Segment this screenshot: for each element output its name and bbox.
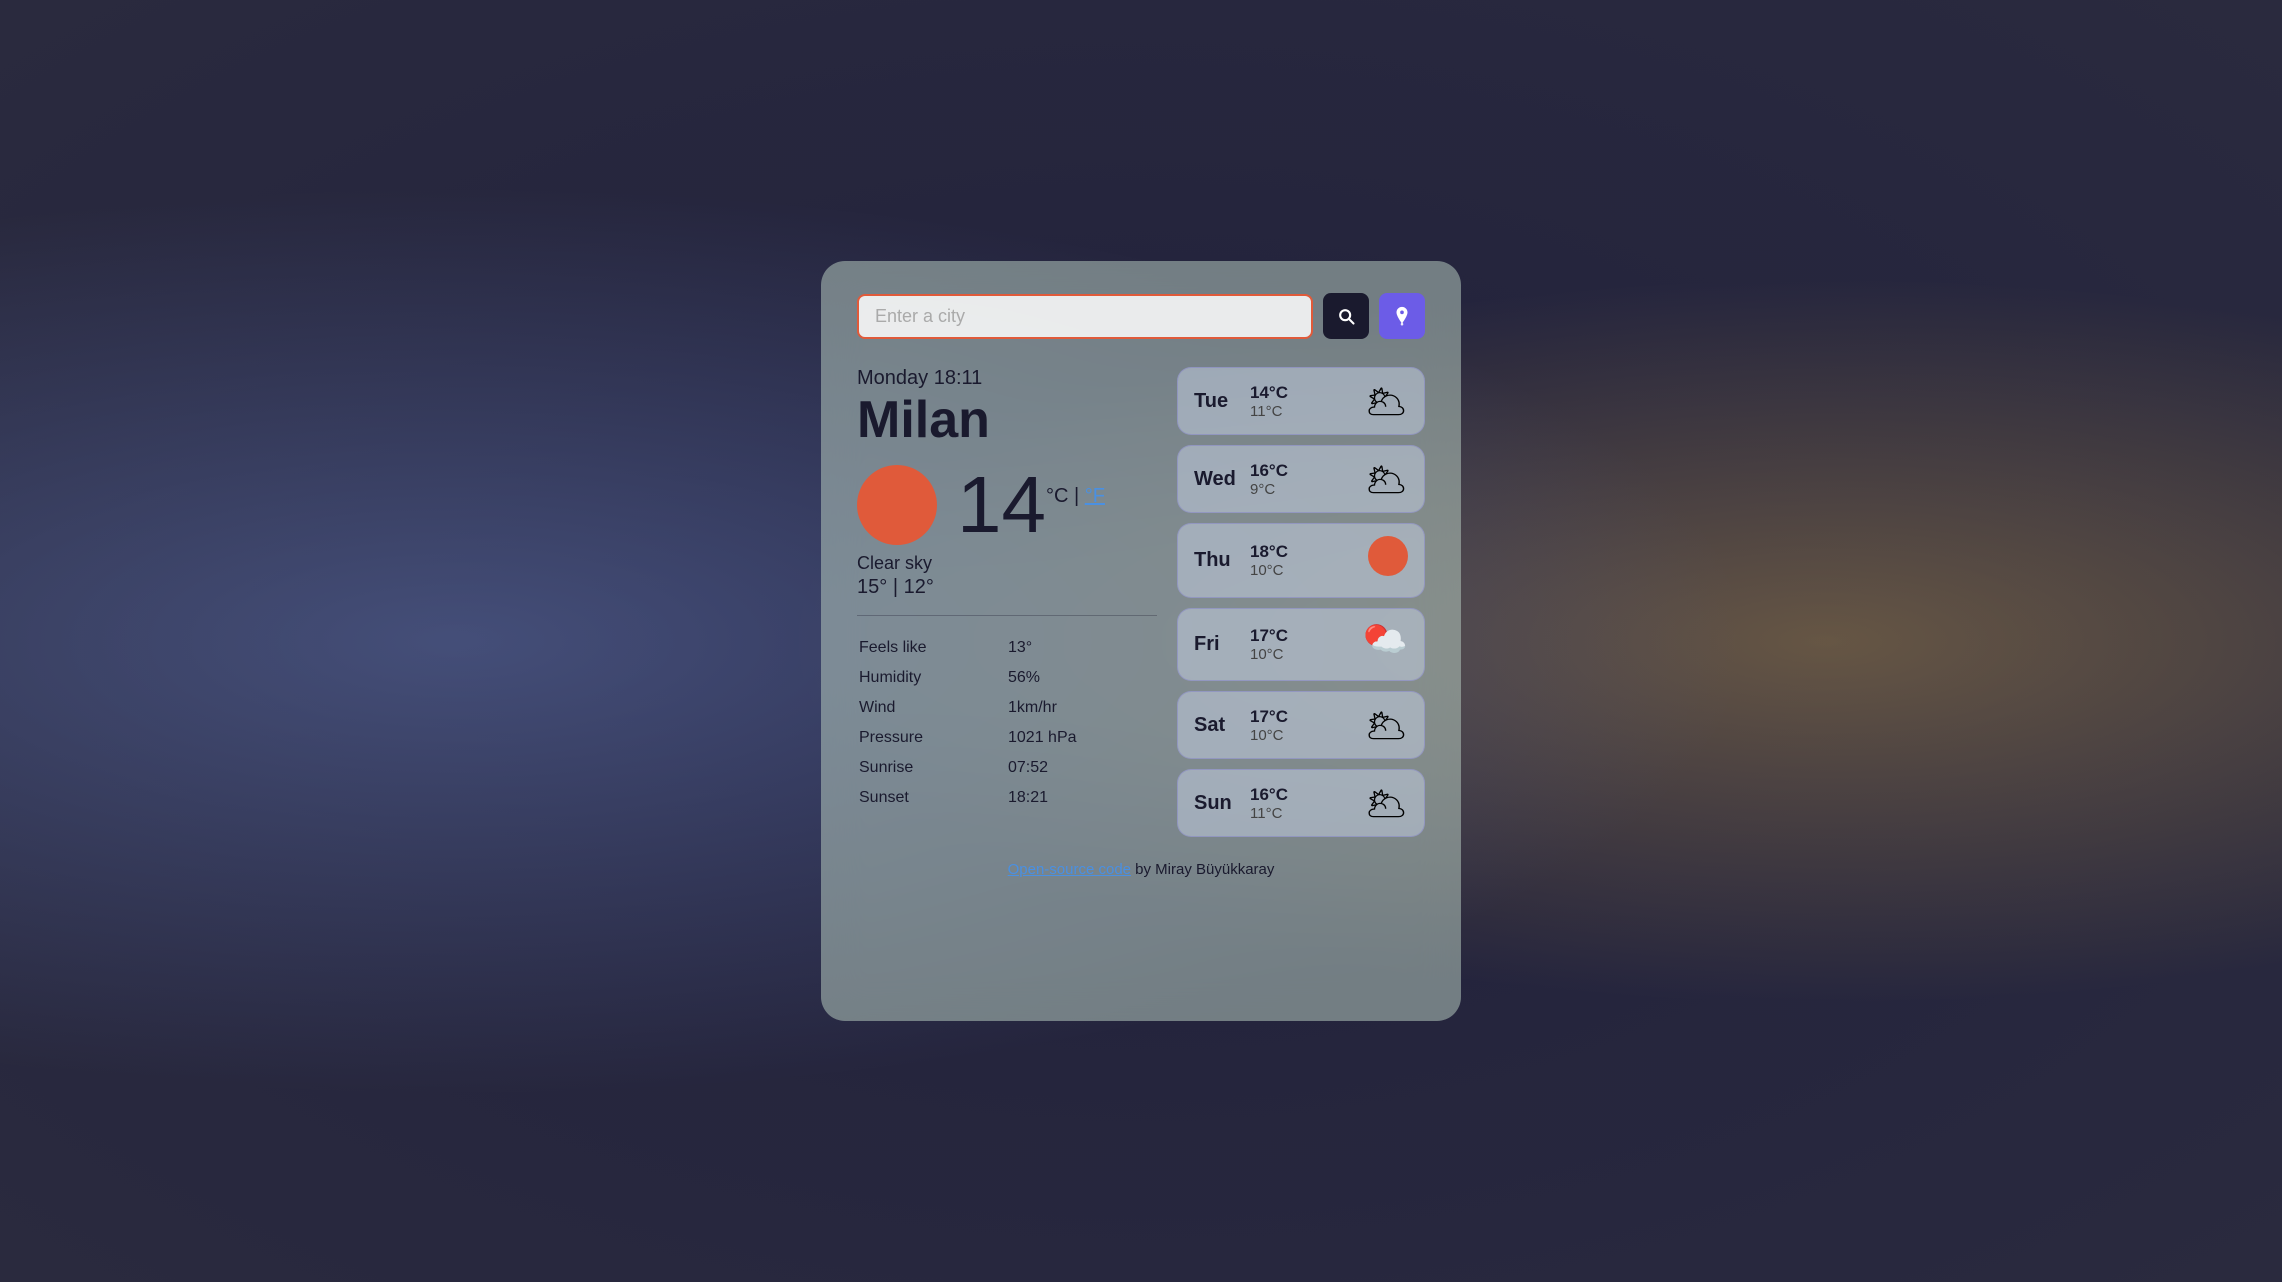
forecast-high: 17°C bbox=[1250, 626, 1362, 646]
weather-card: Monday 18:11 Milan 14 °C | °F Clear sky … bbox=[821, 261, 1461, 1021]
forecast-card: Sat 17°C 10°C 🌥 bbox=[1177, 691, 1425, 759]
search-icon bbox=[1336, 306, 1356, 326]
forecast-low: 9°C bbox=[1250, 481, 1365, 498]
forecast-temps: 16°C 9°C bbox=[1242, 461, 1365, 498]
forecast-icon: 🌥 bbox=[1365, 458, 1408, 500]
temperature-number: 14 bbox=[957, 465, 1046, 545]
forecast-card: Tue 14°C 11°C 🌥 bbox=[1177, 367, 1425, 435]
temperature-units: °C | °F bbox=[1046, 485, 1105, 508]
wind-value: 1km/hr bbox=[1008, 694, 1155, 722]
feels-like-label: Feels like bbox=[859, 634, 1006, 662]
forecast-icon: 🌥 bbox=[1365, 704, 1408, 746]
high-low: 15° | 12° bbox=[857, 576, 1157, 599]
wind-label: Wind bbox=[859, 694, 1006, 722]
left-panel: Monday 18:11 Milan 14 °C | °F Clear sky … bbox=[857, 367, 1157, 837]
feels-like-row: Feels like 13° bbox=[859, 634, 1155, 662]
sunset-value: 18:21 bbox=[1008, 784, 1155, 812]
forecast-low: 10°C bbox=[1250, 646, 1362, 663]
forecast-day: Sun bbox=[1194, 792, 1242, 815]
forecast-high: 17°C bbox=[1250, 707, 1365, 727]
location-button[interactable] bbox=[1379, 293, 1425, 339]
celsius-label: °C bbox=[1046, 485, 1068, 507]
sunrise-row: Sunrise 07:52 bbox=[859, 754, 1155, 782]
forecast-icon: 🔴☁️ bbox=[1362, 621, 1408, 668]
sunset-row: Sunset 18:21 bbox=[859, 784, 1155, 812]
pressure-value: 1021 hPa bbox=[1008, 724, 1155, 752]
feels-like-value: 13° bbox=[1008, 634, 1155, 662]
temperature-display: 14 °C | °F bbox=[957, 465, 1105, 545]
current-weather-row: 14 °C | °F bbox=[857, 465, 1157, 545]
forecast-temps: 18°C 10°C bbox=[1242, 542, 1368, 579]
forecast-low: 10°C bbox=[1250, 727, 1365, 744]
details-table: Feels like 13° Humidity 56% Wind 1km/hr … bbox=[857, 632, 1157, 814]
forecast-icon bbox=[1368, 536, 1408, 585]
pressure-row: Pressure 1021 hPa bbox=[859, 724, 1155, 752]
sunrise-label: Sunrise bbox=[859, 754, 1006, 782]
forecast-icon: 🌥 bbox=[1365, 782, 1408, 824]
forecast-low: 10°C bbox=[1250, 562, 1368, 579]
forecast-day: Fri bbox=[1194, 633, 1242, 656]
city-input[interactable] bbox=[857, 294, 1313, 339]
forecast-card: Thu 18°C 10°C bbox=[1177, 523, 1425, 598]
footer: Open-source code by Miray Büyükkaray bbox=[857, 861, 1425, 878]
forecast-icon: 🌥 bbox=[1365, 380, 1408, 422]
low-temp: 12° bbox=[904, 576, 934, 598]
forecast-high: 16°C bbox=[1250, 785, 1365, 805]
separator: | bbox=[893, 576, 904, 598]
condition-text: Clear sky bbox=[857, 553, 1157, 574]
forecast-day: Wed bbox=[1194, 468, 1242, 491]
fahrenheit-link[interactable]: °F bbox=[1085, 485, 1105, 507]
search-row bbox=[857, 293, 1425, 339]
main-content: Monday 18:11 Milan 14 °C | °F Clear sky … bbox=[857, 367, 1425, 837]
forecast-day: Sat bbox=[1194, 714, 1242, 737]
forecast-low: 11°C bbox=[1250, 805, 1365, 822]
forecast-card: Wed 16°C 9°C 🌥 bbox=[1177, 445, 1425, 513]
forecast-panel: Tue 14°C 11°C 🌥 Wed 16°C 9°C 🌥 Thu 18°C … bbox=[1177, 367, 1425, 837]
divider bbox=[857, 615, 1157, 616]
author-text: by Miray Büyükkaray bbox=[1131, 861, 1274, 878]
forecast-low: 11°C bbox=[1250, 403, 1365, 420]
forecast-temps: 14°C 11°C bbox=[1242, 383, 1365, 420]
sun-icon bbox=[857, 465, 937, 545]
sunset-label: Sunset bbox=[859, 784, 1006, 812]
humidity-label: Humidity bbox=[859, 664, 1006, 692]
search-button[interactable] bbox=[1323, 293, 1369, 339]
forecast-high: 14°C bbox=[1250, 383, 1365, 403]
forecast-temps: 17°C 10°C bbox=[1242, 626, 1362, 663]
location-icon bbox=[1391, 305, 1413, 327]
forecast-day: Thu bbox=[1194, 549, 1242, 572]
forecast-temps: 16°C 11°C bbox=[1242, 785, 1365, 822]
date-time: Monday 18:11 bbox=[857, 367, 1157, 390]
humidity-row: Humidity 56% bbox=[859, 664, 1155, 692]
forecast-high: 16°C bbox=[1250, 461, 1365, 481]
open-source-link[interactable]: Open-source code bbox=[1008, 861, 1131, 878]
pressure-label: Pressure bbox=[859, 724, 1006, 752]
sunrise-value: 07:52 bbox=[1008, 754, 1155, 782]
forecast-high: 18°C bbox=[1250, 542, 1368, 562]
city-name: Milan bbox=[857, 392, 1157, 449]
high-temp: 15° bbox=[857, 576, 887, 598]
humidity-value: 56% bbox=[1008, 664, 1155, 692]
forecast-temps: 17°C 10°C bbox=[1242, 707, 1365, 744]
forecast-card: Sun 16°C 11°C 🌥 bbox=[1177, 769, 1425, 837]
wind-row: Wind 1km/hr bbox=[859, 694, 1155, 722]
forecast-card: Fri 17°C 10°C 🔴☁️ bbox=[1177, 608, 1425, 681]
forecast-day: Tue bbox=[1194, 390, 1242, 413]
